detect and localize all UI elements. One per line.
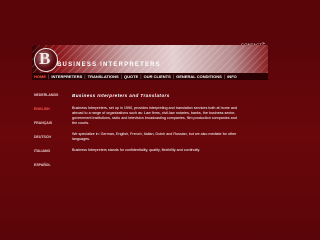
nav-info[interactable]: info (225, 74, 239, 79)
banner-texture (32, 45, 268, 73)
values-paragraph: Business Interpreters stands for confide… (72, 148, 201, 152)
brand-title: BUSINESS INTERPRETERS (57, 62, 161, 68)
nav-translations[interactable]: translations (86, 74, 121, 79)
logo-letter: B (39, 49, 51, 68)
lang-nederlands[interactable]: Nederlands (34, 93, 74, 97)
intro-paragraph: Business Interpreters, set up in 1990, p… (72, 106, 238, 125)
nav-home[interactable]: home (32, 74, 48, 79)
languages-paragraph: We specialize in: German, English, Frenc… (72, 132, 237, 141)
lang-deutsch[interactable]: Deutsch (34, 135, 74, 139)
main-content: Business Interpreters and Translators Bu… (72, 93, 242, 159)
nav-general-conditions[interactable]: general conditions (174, 74, 224, 79)
main-nav: home | interpreters | translations | quo… (32, 73, 268, 80)
page-title: Business Interpreters and Translators (72, 93, 170, 98)
nav-interpreters[interactable]: interpreters (49, 74, 84, 79)
language-sidebar: Nederlands English Français Deutsch Ital… (34, 93, 74, 177)
lang-english[interactable]: English (34, 107, 74, 111)
nav-our-clients[interactable]: our clients (142, 74, 173, 79)
header-banner (32, 45, 268, 73)
page: contact » B BUSINESS INTERPRETERS home |… (0, 0, 320, 240)
lang-espanol[interactable]: Español (34, 163, 74, 167)
lang-francais[interactable]: Français (34, 121, 74, 125)
lang-italiano[interactable]: Italiano (34, 149, 74, 153)
nav-quote[interactable]: quote (122, 74, 140, 79)
top-strip (0, 0, 320, 40)
